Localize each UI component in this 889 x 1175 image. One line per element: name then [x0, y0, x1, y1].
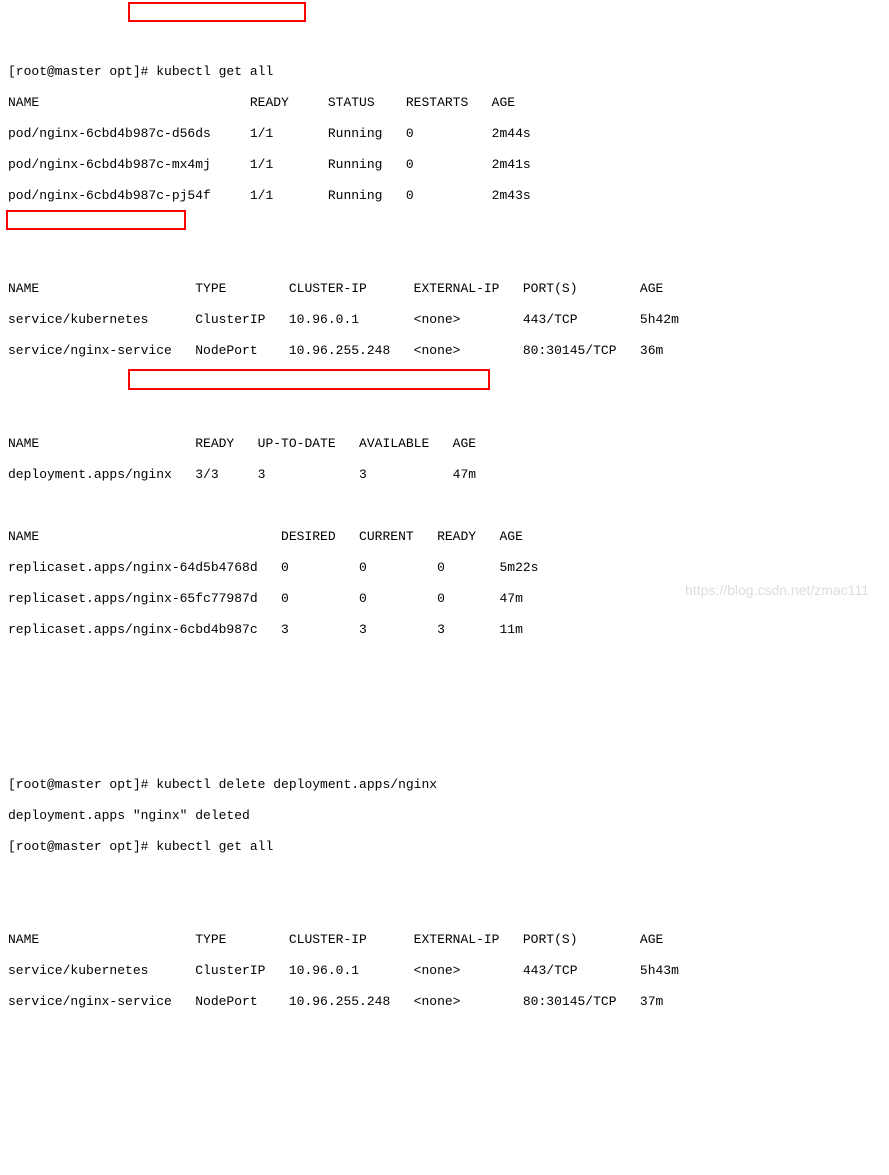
highlight-box-1: [128, 2, 306, 22]
blank-line: [8, 870, 881, 886]
blank-line: [8, 901, 881, 917]
table-row: replicaset.apps/nginx-64d5b4768d 0 0 0 5…: [8, 560, 881, 576]
svc-header: NAME TYPE CLUSTER-IP EXTERNAL-IP PORT(S)…: [8, 281, 881, 297]
table-row: replicaset.apps/nginx-6cbd4b987c 3 3 3 1…: [8, 622, 881, 638]
prompt-delete: [root@master opt]# kubectl delete deploy…: [8, 777, 881, 793]
blank-line: [8, 374, 881, 390]
blank-line: [8, 250, 881, 266]
blank-line: [8, 498, 881, 514]
table-row: service/nginx-service NodePort 10.96.255…: [8, 994, 881, 1010]
table-row: service/nginx-service NodePort 10.96.255…: [8, 343, 881, 359]
prompt-get-all-2: [root@master opt]# kubectl get all: [8, 839, 881, 855]
rs-header: NAME DESIRED CURRENT READY AGE: [8, 529, 881, 545]
blank-line: [8, 715, 881, 731]
blank-line: [8, 219, 881, 235]
blank-line: [8, 405, 881, 421]
table-row: deployment.apps/nginx 3/3 3 3 47m: [8, 467, 881, 483]
blank-line: [8, 684, 881, 700]
table-row: service/kubernetes ClusterIP 10.96.0.1 <…: [8, 963, 881, 979]
table-row: pod/nginx-6cbd4b987c-d56ds 1/1 Running 0…: [8, 126, 881, 142]
table-row: pod/nginx-6cbd4b987c-mx4mj 1/1 Running 0…: [8, 157, 881, 173]
table-row: service/kubernetes ClusterIP 10.96.0.1 <…: [8, 312, 881, 328]
prompt-get-all-1: [root@master opt]# kubectl get all: [8, 64, 881, 80]
pods-header: NAME READY STATUS RESTARTS AGE: [8, 95, 881, 111]
watermark: https://blog.csdn.net/zmac111: [685, 582, 869, 598]
blank-line: [8, 746, 881, 762]
delete-output: deployment.apps "nginx" deleted: [8, 808, 881, 824]
svc2-header: NAME TYPE CLUSTER-IP EXTERNAL-IP PORT(S)…: [8, 932, 881, 948]
deploy-header: NAME READY UP-TO-DATE AVAILABLE AGE: [8, 436, 881, 452]
blank-line: [8, 653, 881, 669]
table-row: pod/nginx-6cbd4b987c-pj54f 1/1 Running 0…: [8, 188, 881, 204]
